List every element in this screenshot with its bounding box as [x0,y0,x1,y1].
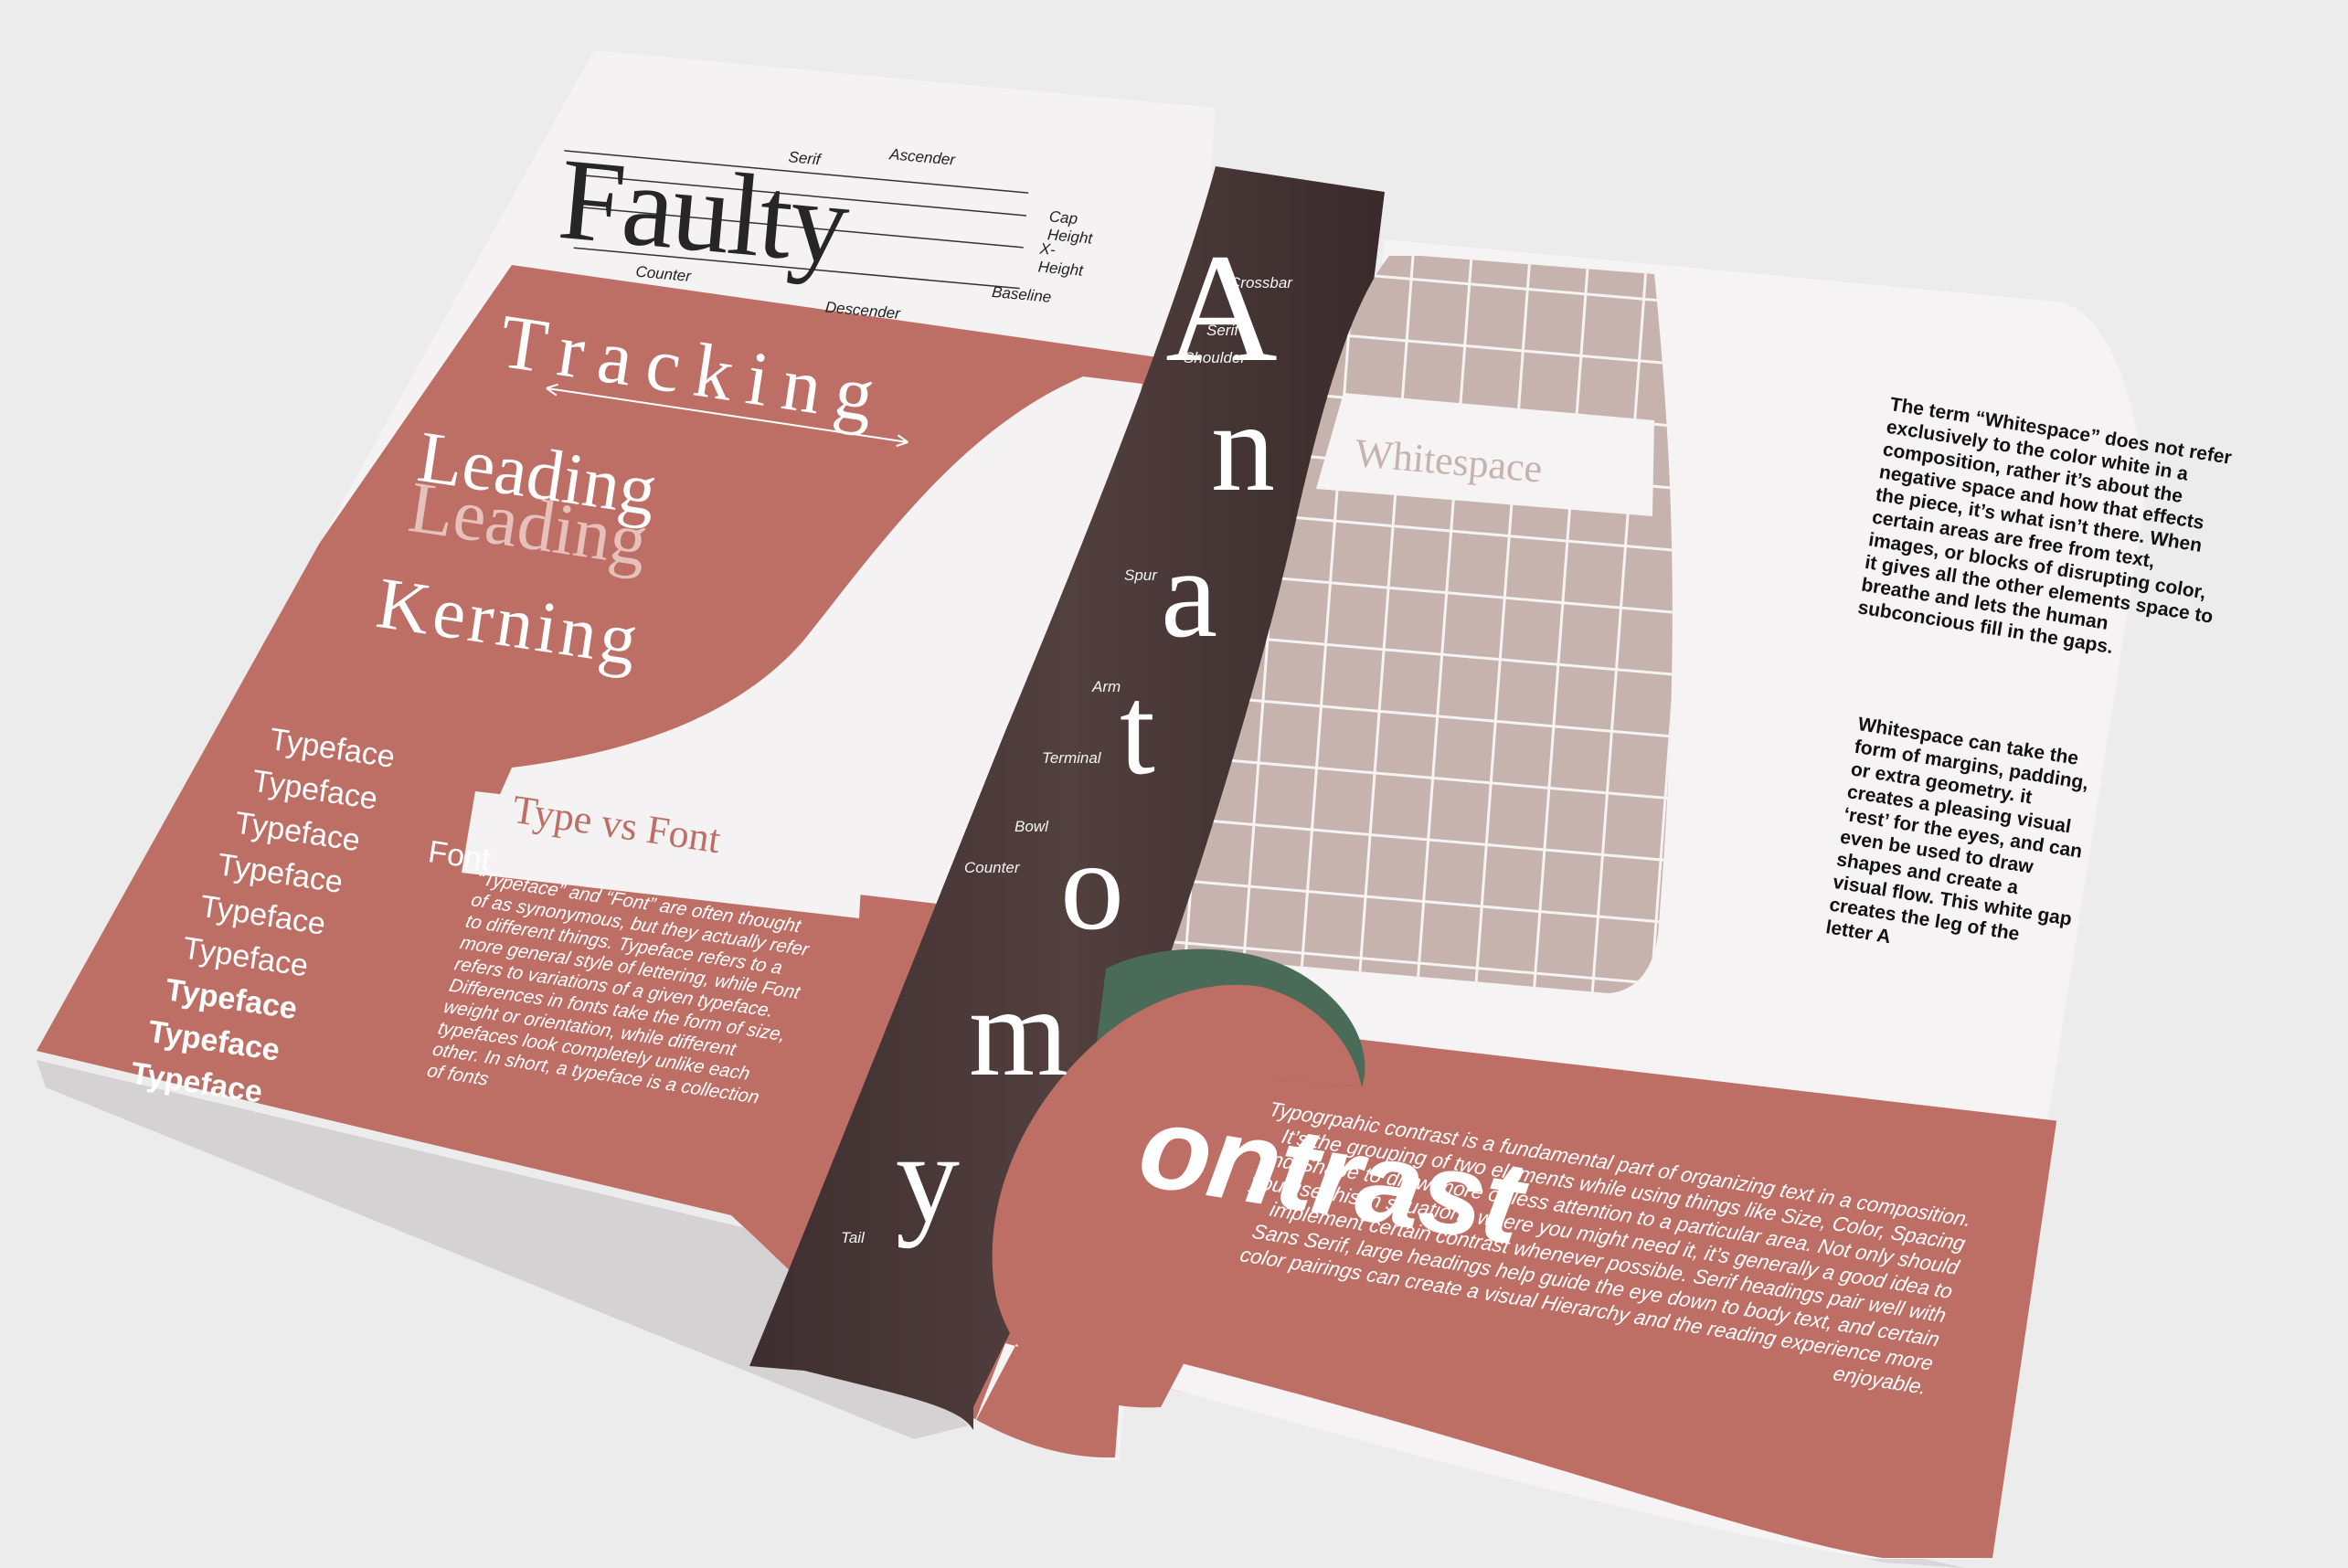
anatomy-letter: m [969,961,1068,1103]
spine-label-tail: Tail [841,1229,865,1246]
anatomy-letter: o [1060,815,1124,957]
spine-label-bowl: Bowl [1015,818,1048,835]
magazine-spread-scene: Faulty Ascender Serif Cap Height X-Heigh… [0,0,2348,1568]
spine-label-counter: Counter [964,859,1020,876]
spine-label-shoulder: Shoulder [1184,349,1247,366]
whitespace-paragraph-2: Whitespace can take the form of margins,… [1824,713,2090,948]
spine-label-serif: Serif [1206,322,1238,339]
anatomy-letter: n [1211,376,1275,518]
anatomy-letter: y [896,1107,960,1249]
anatomy-letter: t [1120,660,1155,801]
spine-label-spur: Spur [1124,567,1157,584]
spine-label-crossbar: Crossbar [1229,274,1292,291]
anatomy-letter: a [1161,523,1218,664]
spine-label-arm: Arm [1092,678,1121,695]
spine-label-terminal: Terminal [1042,749,1101,767]
